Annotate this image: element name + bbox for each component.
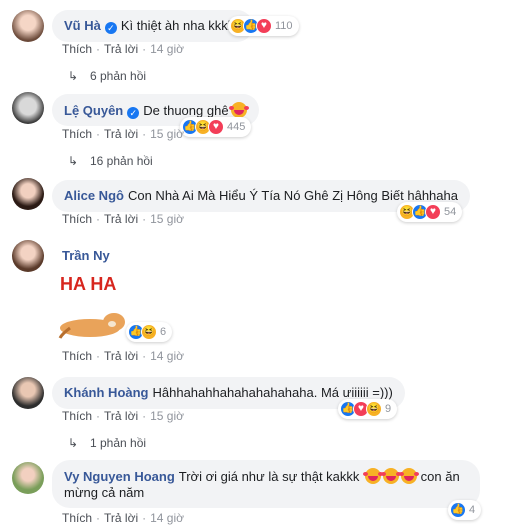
comment-text-line1: Trời ơi giá như là sự thật kakkk xyxy=(178,469,360,484)
comment-actions: Thích · Trả lời · 15 giờ xyxy=(62,127,184,141)
smiling-hearts-emoji-icon xyxy=(399,468,418,484)
reply-arrow-icon: ↳ xyxy=(68,436,79,450)
verified-badge-icon: ✓ xyxy=(127,107,140,119)
comment-actions: Thích · Trả lời · 14 giờ xyxy=(62,349,184,363)
reaction-count: 6 xyxy=(160,326,167,338)
comment-text: Hâhhahahhahahahahahaha. Má ưiiiiii =))) xyxy=(152,385,393,400)
reaction-count: 110 xyxy=(275,20,293,32)
reply-link[interactable]: Trả lời xyxy=(104,511,138,525)
timestamp[interactable]: 15 giờ xyxy=(150,409,184,423)
smiling-hearts-emoji-icon xyxy=(228,102,247,118)
comment-bubble: Vũ Hà ✓ Kì thiệt àh nha kkkkk xyxy=(52,10,253,42)
haha-reaction-icon: 😆 xyxy=(366,401,382,417)
timestamp[interactable]: 14 giờ xyxy=(150,511,184,525)
reaction-summary[interactable]: 😆 👍 ♥ 54 xyxy=(397,202,463,222)
replies-count[interactable]: 16 phản hồi xyxy=(90,154,153,168)
reaction-summary[interactable]: 👍 ♥ 😆 9 xyxy=(338,399,398,419)
timestamp[interactable]: 14 giờ xyxy=(150,42,184,56)
avatar[interactable] xyxy=(12,92,44,124)
like-link[interactable]: Thích xyxy=(62,42,92,56)
comment-actions: Thích · Trả lời · 14 giờ xyxy=(62,42,184,56)
comment-actions: Thích · Trả lời · 15 giờ xyxy=(62,212,184,226)
verified-badge-icon: ✓ xyxy=(104,22,117,34)
reaction-count: 9 xyxy=(385,403,392,415)
replies-count[interactable]: 1 phản hồi xyxy=(90,436,146,450)
replies-count[interactable]: 6 phản hồi xyxy=(90,69,146,83)
sticker-image: HA HA xyxy=(58,274,125,339)
reply-link[interactable]: Trả lời xyxy=(104,349,138,363)
view-replies[interactable]: ↳ 16 phản hồi xyxy=(68,154,153,168)
like-link[interactable]: Thích xyxy=(62,212,92,226)
love-reaction-icon: ♥ xyxy=(425,204,441,220)
reply-link[interactable]: Trả lời xyxy=(104,409,138,423)
reaction-count: 54 xyxy=(444,206,457,218)
reply-arrow-icon: ↳ xyxy=(68,69,79,83)
timestamp[interactable]: 14 giờ xyxy=(150,349,184,363)
comment-text: De thuong ghê xyxy=(143,103,229,118)
comment-actions: Thích · Trả lời · 14 giờ xyxy=(62,511,184,525)
reaction-summary[interactable]: 👍 😆 6 xyxy=(126,322,173,342)
reaction-count: 445 xyxy=(227,121,246,133)
love-reaction-icon: ♥ xyxy=(208,119,224,135)
reply-link[interactable]: Trả lời xyxy=(104,127,138,141)
like-link[interactable]: Thích xyxy=(62,511,92,525)
commenter-header: Trần Ny xyxy=(62,248,114,264)
like-link[interactable]: Thích xyxy=(62,409,92,423)
comment-text-line1-end: con ăn xyxy=(420,469,460,484)
view-replies[interactable]: ↳ 1 phản hồi xyxy=(68,436,146,450)
commenter-name[interactable]: Vy Nguyen Hoang xyxy=(64,469,175,484)
sticker-text: HA HA xyxy=(60,274,116,294)
reply-link[interactable]: Trả lời xyxy=(104,42,138,56)
comment-bubble: Vy Nguyen Hoang Trời ơi giá như là sự thậ… xyxy=(52,460,480,508)
comment-text: Con Nhà Ai Mà Hiểu Ý Tía Nó Ghê Zị Hông … xyxy=(127,188,458,203)
commenter-name[interactable]: Alice Ngô xyxy=(64,188,124,203)
reaction-summary[interactable]: 😆 👍 ♥ 110 xyxy=(228,16,299,36)
smiling-hearts-emoji-icon xyxy=(363,468,382,484)
comment-text-line2: mừng cả năm xyxy=(64,485,145,500)
reaction-count: 4 xyxy=(469,504,476,516)
timestamp[interactable]: 15 giờ xyxy=(150,127,184,141)
love-reaction-icon: ♥ xyxy=(256,18,272,34)
haha-reaction-icon: 😆 xyxy=(141,324,157,340)
avatar[interactable] xyxy=(12,240,44,272)
avatar[interactable] xyxy=(12,377,44,409)
comment-actions: Thích · Trả lời · 15 giờ xyxy=(62,409,184,423)
commenter-name[interactable]: Trần Ny xyxy=(62,248,110,263)
avatar[interactable] xyxy=(12,462,44,494)
avatar[interactable] xyxy=(12,10,44,42)
like-link[interactable]: Thích xyxy=(62,349,92,363)
reply-link[interactable]: Trả lời xyxy=(104,212,138,226)
view-replies[interactable]: ↳ 6 phản hồi xyxy=(68,69,146,83)
reaction-summary[interactable]: 👍 😆 ♥ 445 xyxy=(180,117,252,137)
reply-arrow-icon: ↳ xyxy=(68,154,79,168)
avatar[interactable] xyxy=(12,178,44,210)
haha-dog-sticker[interactable]: HA HA xyxy=(52,268,132,344)
dog-muzzle-shape xyxy=(108,321,116,327)
like-reaction-icon: 👍 xyxy=(450,502,466,518)
commenter-name[interactable]: Khánh Hoàng xyxy=(64,385,149,400)
commenter-name[interactable]: Vũ Hà xyxy=(64,18,101,33)
reaction-summary[interactable]: 👍 4 xyxy=(448,500,482,520)
commenter-name[interactable]: Lệ Quyên xyxy=(64,103,123,118)
smiling-hearts-emoji-icon xyxy=(381,468,400,484)
comment-text: Kì thiệt àh nha kkkkk xyxy=(120,18,241,33)
timestamp[interactable]: 15 giờ xyxy=(150,212,184,226)
like-link[interactable]: Thích xyxy=(62,127,92,141)
